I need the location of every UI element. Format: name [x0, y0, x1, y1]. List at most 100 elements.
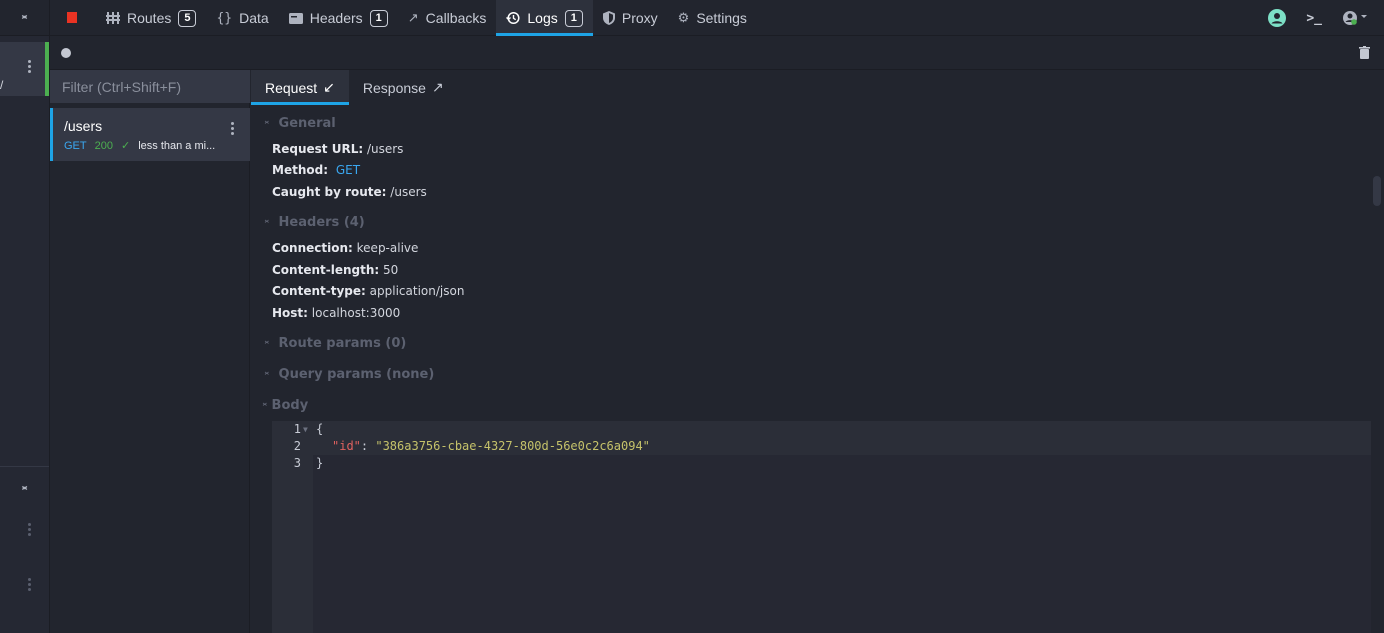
section-general-toggle[interactable]: ⌄ ⌃ General	[263, 116, 336, 131]
gear-icon: ⚙	[677, 10, 690, 25]
method-label: Method:	[272, 163, 328, 177]
history-icon	[506, 11, 520, 25]
tab-label: Callbacks	[425, 10, 487, 26]
section-title: General	[278, 116, 336, 131]
line-number: 3	[293, 456, 301, 470]
environment-item[interactable]: /	[0, 42, 45, 96]
header-value: keep-alive	[356, 241, 419, 255]
code-text: "id": "386a3756-cbae-4327-800d-56e0c2c6a…	[332, 438, 650, 455]
code-line: 3 }	[272, 455, 1371, 472]
stop-server-button[interactable]	[67, 12, 77, 23]
environment-running-indicator	[45, 42, 49, 96]
section-headers-toggle[interactable]: ⌄ ⌃ Headers (4)	[263, 215, 365, 230]
header-key: Content-length:	[272, 263, 380, 277]
section-title: Route params (0)	[278, 336, 407, 351]
header-key: Host:	[272, 306, 308, 320]
json-value: "386a3756-cbae-4327-800d-56e0c2c6a094"	[375, 439, 650, 453]
chevrons-collapse-icon: ⌄ ⌃	[263, 366, 271, 382]
routes-icon	[106, 12, 120, 24]
tab-proxy[interactable]: Proxy	[593, 0, 668, 36]
header-value: application/json	[369, 284, 465, 298]
environments-rail: / ⌄ ⌃	[0, 36, 50, 633]
line-number: 1	[293, 422, 301, 436]
code-text: {	[316, 422, 324, 436]
tab-response[interactable]: Response ↗	[349, 70, 458, 105]
tab-routes[interactable]: Routes 5	[96, 0, 206, 36]
logs-count-badge: 1	[564, 9, 583, 27]
request-url-label: Request URL:	[272, 142, 364, 156]
tab-label: Logs	[527, 10, 558, 26]
more-options-icon[interactable]	[28, 523, 31, 536]
clear-logs-trash-icon[interactable]	[1359, 46, 1370, 64]
chevrons-collapse-icon: ⌄ ⌃	[263, 335, 271, 351]
caught-by-route-label: Caught by route:	[272, 185, 387, 199]
json-key: "id"	[332, 439, 361, 453]
more-options-icon[interactable]	[28, 578, 31, 591]
tab-settings[interactable]: ⚙ Settings	[668, 0, 757, 36]
tab-data[interactable]: {} Data	[206, 0, 278, 36]
body-code-editor[interactable]: 1 ▼ { 2 "id": "386a3756-cbae-4327-800d-5…	[272, 421, 1371, 633]
status-dot-icon	[61, 48, 71, 58]
tab-label: Routes	[127, 10, 172, 26]
arrow-up-right-icon: ↗	[407, 10, 419, 25]
log-entry[interactable]: /users GET 200 ✓ less than a mi...	[50, 108, 250, 161]
log-entry-time: less than a mi...	[138, 139, 216, 152]
arrow-up-right-icon: ↗	[431, 79, 444, 95]
caught-by-route-value: /users	[390, 185, 427, 199]
log-entry-path: /users	[64, 118, 103, 134]
user-menu-icon[interactable]	[1342, 10, 1368, 26]
tab-request[interactable]: Request ↙	[251, 70, 349, 105]
tab-headers[interactable]: Headers 1	[279, 0, 398, 36]
tab-label: Data	[239, 10, 269, 26]
header-key: Connection:	[272, 241, 353, 255]
scrollbar[interactable]	[1373, 176, 1381, 206]
method-value: GET	[335, 163, 361, 177]
method-row: Method: GET	[272, 163, 360, 177]
tab-logs[interactable]: Logs 1	[496, 0, 594, 36]
account-icon[interactable]	[1268, 9, 1287, 27]
arrow-down-left-icon: ↙	[323, 79, 335, 95]
environment-menu-icon[interactable]	[28, 60, 31, 73]
chevrons-collapse-icon: ⌄ ⌃	[263, 115, 271, 131]
logs-toolbar	[50, 36, 1384, 70]
routes-count-badge: 5	[178, 9, 197, 27]
header-value: 50	[383, 263, 399, 277]
log-entry-status: 200	[94, 139, 113, 152]
tab-label: Headers	[309, 10, 363, 26]
tab-callbacks[interactable]: ↗ Callbacks	[398, 0, 497, 36]
headers-icon	[288, 12, 303, 24]
chevrons-collapse-icon: ⌄ ⌃	[19, 9, 30, 27]
section-body-toggle[interactable]: ⌄ ⌃ Body	[261, 398, 308, 413]
shield-icon	[602, 11, 615, 25]
section-query-params-toggle[interactable]: ⌄ ⌃ Query params (none)	[263, 367, 434, 382]
tab-label: Request	[265, 79, 318, 96]
header-row: Content-length: 50	[272, 263, 398, 277]
environment-label: /	[0, 78, 4, 92]
braces-icon: {}	[216, 10, 233, 26]
section-route-params-toggle[interactable]: ⌄ ⌃ Route params (0)	[263, 336, 406, 351]
log-entry-meta: GET 200 ✓ less than a mi...	[64, 139, 216, 153]
header-row: Connection: keep-alive	[272, 241, 418, 255]
logs-list-panel: /users GET 200 ✓ less than a mi...	[50, 70, 250, 633]
code-line: 2 "id": "386a3756-cbae-4327-800d-56e0c2c…	[272, 438, 1371, 455]
top-navbar: ⌄ ⌃ Routes 5 {} Data Headers 1 ↗ Callback…	[0, 0, 1384, 36]
fold-caret-icon[interactable]: ▼	[303, 421, 308, 438]
log-entry-menu-icon[interactable]	[231, 122, 234, 135]
tab-label: Settings	[696, 10, 747, 26]
terminal-icon[interactable]: >_	[1306, 11, 1322, 26]
chevrons-collapse-icon[interactable]: ⌄ ⌃	[20, 481, 29, 498]
log-entry-method: GET	[64, 139, 87, 152]
code-line: 1 ▼ {	[272, 421, 1371, 438]
tab-label: Response	[362, 79, 426, 96]
header-row: Content-type: application/json	[272, 284, 464, 298]
rail-divider	[0, 466, 49, 467]
header-value: localhost:3000	[311, 306, 401, 320]
logs-filter-input[interactable]	[50, 70, 250, 103]
check-icon: ✓	[120, 140, 131, 152]
section-title: Query params (none)	[278, 367, 435, 382]
chevrons-collapse-icon: ⌄ ⌃	[261, 397, 269, 413]
collapse-toggle[interactable]: ⌄ ⌃	[0, 0, 50, 36]
log-detail-panel: Request ↙ Response ↗ ⌄ ⌃ General Request …	[251, 70, 1384, 633]
header-key: Content-type:	[272, 284, 366, 298]
code-text: }	[316, 456, 324, 470]
